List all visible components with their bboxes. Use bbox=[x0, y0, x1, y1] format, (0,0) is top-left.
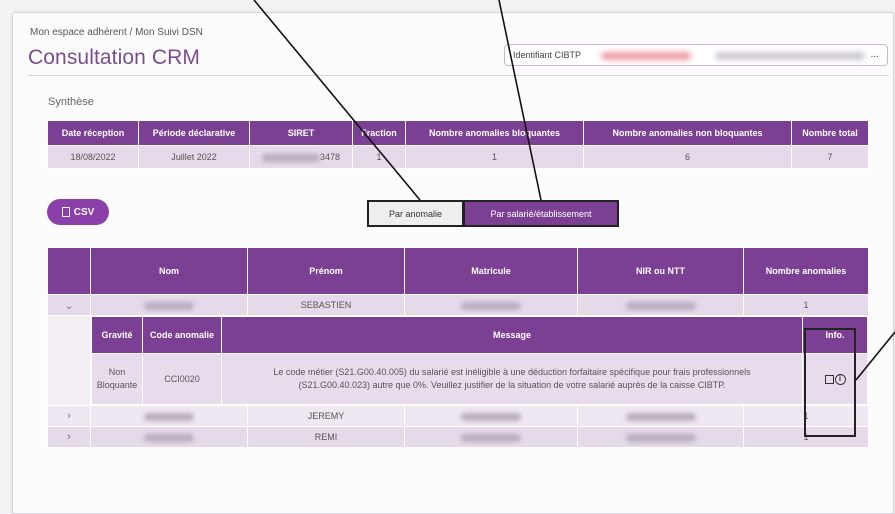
arrow-par-anomalie bbox=[253, 0, 421, 201]
arrow-par-salarie bbox=[498, 0, 542, 201]
annotation-arrows bbox=[253, 0, 895, 381]
arrow-info bbox=[855, 331, 895, 381]
